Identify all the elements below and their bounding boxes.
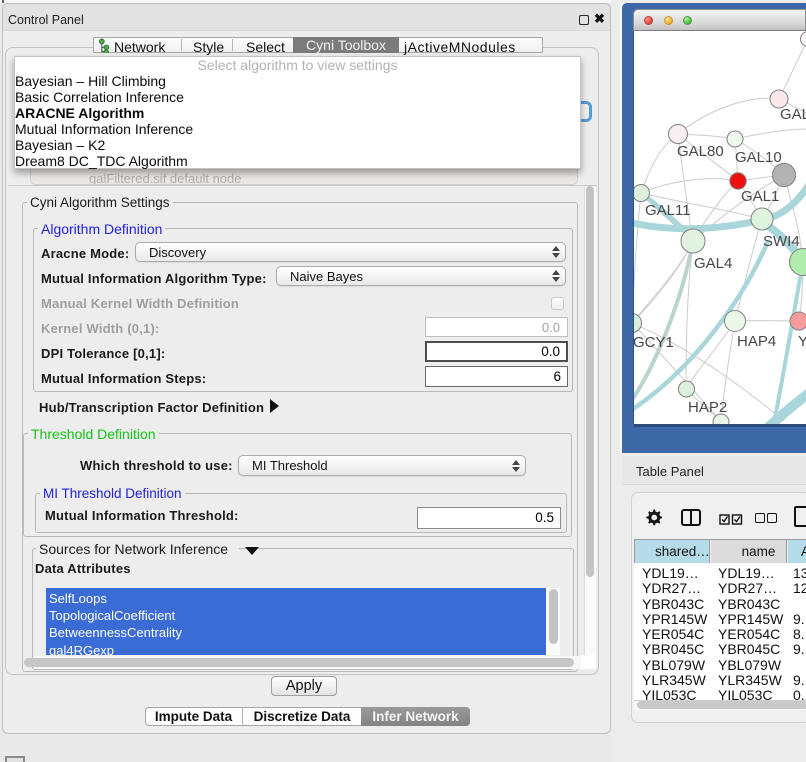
svg-text:GAL4: GAL4: [694, 255, 732, 272]
svg-text:Y: Y: [798, 333, 806, 350]
svg-text:GAL10: GAL10: [735, 149, 782, 166]
svg-text:HAP4: HAP4: [737, 333, 776, 350]
svg-text:SWI4: SWI4: [763, 233, 800, 250]
svg-text:HAP2: HAP2: [688, 399, 727, 416]
svg-text:GAL1: GAL1: [741, 188, 779, 205]
svg-text:GAL2: GAL2: [780, 106, 806, 123]
svg-text:GAL11: GAL11: [645, 202, 691, 219]
svg-text:GAL80: GAL80: [677, 143, 724, 160]
svg-text:GCY1: GCY1: [634, 334, 674, 351]
